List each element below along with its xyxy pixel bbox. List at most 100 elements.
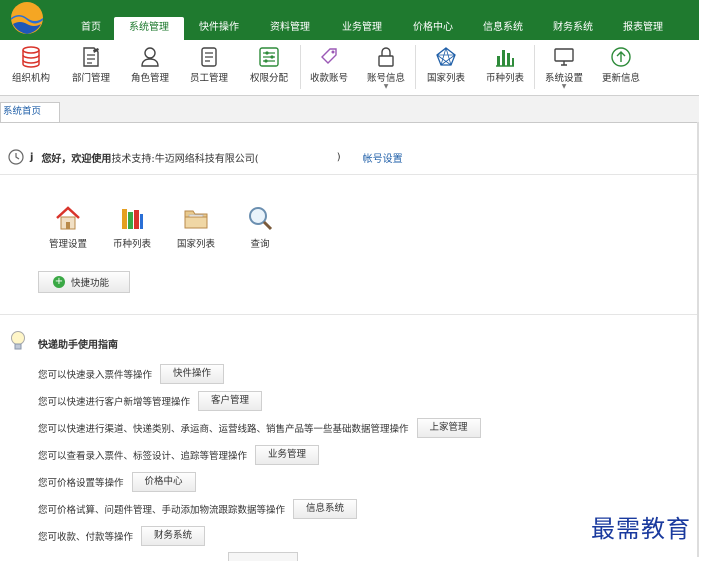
tool-update-info[interactable]: 更新信息 — [593, 40, 649, 95]
upstream-management-button[interactable]: 上家管理 — [416, 418, 481, 438]
shortcut-list: 管理设置 币种列表 国家列表 查询 — [36, 204, 292, 250]
tool-roles[interactable]: 角色管理 — [120, 40, 180, 95]
price-center-button[interactable]: 价格中心 — [131, 472, 196, 492]
tool-currency-list[interactable]: 币种列表 — [476, 40, 534, 95]
guide-title: 快递助手使用指南 — [38, 340, 118, 351]
menu-data-management[interactable]: 资料管理 — [254, 17, 326, 40]
house-icon — [56, 206, 80, 230]
shortcut-country-list[interactable]: 国家列表 — [164, 204, 228, 250]
support-text: 技术支持:牛迈网络科技有限公司( — [111, 153, 259, 165]
guide-row-text: 您可以查看录入票件、标签设计、追踪等管理操作 — [38, 451, 248, 462]
business-management-button[interactable]: 业务管理 — [255, 445, 320, 465]
top-bar: 首页 系统管理 快件操作 资料管理 业务管理 价格中心 信息系统 财务系统 报表… — [0, 0, 699, 40]
tool-label: 部门管理 — [71, 73, 110, 84]
shortcut-label: 国家列表 — [176, 239, 215, 250]
shortcut-label: 币种列表 — [112, 239, 151, 250]
menu-home[interactable]: 首页 — [68, 17, 114, 40]
books-icon — [122, 209, 143, 229]
monitor-icon — [554, 48, 574, 66]
tool-label: 角色管理 — [130, 73, 169, 84]
divider — [0, 314, 697, 315]
clock-icon — [8, 149, 24, 165]
close-paren: ) — [336, 151, 341, 163]
guide-row: 您可价格试算、问题件管理、手动添加物流跟踪数据等操作 信息系统 — [38, 499, 358, 519]
database-icon — [22, 46, 40, 68]
lightbulb-icon — [11, 331, 25, 350]
tool-country-list[interactable]: 国家列表 — [416, 40, 476, 95]
tool-label: 币种列表 — [485, 73, 524, 84]
folder-icon — [184, 210, 208, 229]
guide-row-text: 您可价格试算、问题件管理、手动添加物流跟踪数据等操作 — [38, 505, 286, 516]
toolbar: 组织机构 部门管理 角色管理 员工管理 权限分配 收款账号 账号信息 ▼ 国家列… — [0, 40, 699, 96]
guide-row-text: 您可收款、付款等操作 — [38, 532, 134, 543]
tool-system-settings[interactable]: 系统设置 ▼ — [535, 40, 593, 95]
tab-system-home[interactable]: 系统首页 — [0, 102, 60, 122]
username: j — [30, 151, 34, 163]
network-icon — [436, 47, 456, 66]
guide-row-text: 您可以快速进行渠道、快递类别、承运商、运营线路、销售产品等一些基础数据管理操作 — [38, 424, 409, 435]
chevron-down-icon: ▼ — [383, 83, 389, 90]
tool-label: 组织机构 — [11, 73, 50, 84]
plus-icon: + — [53, 276, 65, 288]
guide-row: 您可价格设置等操作 价格中心 — [38, 472, 196, 492]
guide-row-text: 您可以快速录入票件等操作 — [38, 370, 153, 381]
shortcut-currency-list[interactable]: 币种列表 — [100, 204, 164, 250]
finance-system-button[interactable]: 财务系统 — [141, 526, 206, 546]
account-settings-link[interactable]: 帐号设置 — [363, 150, 403, 165]
tag-icon — [321, 48, 337, 64]
tool-label: 更新信息 — [601, 73, 640, 84]
tool-account-info[interactable]: 账号信息 ▼ — [357, 40, 415, 95]
lock-icon — [378, 47, 394, 67]
menu-system-management[interactable]: 系统管理 — [114, 17, 184, 40]
menu-price-center[interactable]: 价格中心 — [398, 17, 468, 40]
menu-business-management[interactable]: 业务管理 — [326, 17, 398, 40]
guide-row: 您可以快速录入票件等操作 快件操作 — [38, 364, 225, 384]
shortcut-label: 查询 — [250, 239, 270, 250]
tool-organization[interactable]: 组织机构 — [0, 40, 62, 95]
shortcut-label: 管理设置 — [48, 239, 87, 250]
bar-chart-icon — [496, 50, 514, 67]
divider — [0, 174, 697, 175]
guide-row: 您可以快速进行客户新增等管理操作 客户管理 — [38, 391, 263, 411]
magnifier-icon — [249, 207, 273, 231]
welcome-line: j 您好，欢迎使用技术支持:牛迈网络科技有限公司( ) 帐号设置 — [8, 149, 403, 165]
upload-icon — [611, 47, 631, 67]
permission-icon — [259, 47, 279, 67]
tool-label: 员工管理 — [189, 73, 228, 84]
tool-label: 权限分配 — [249, 73, 288, 84]
watermark: 最需教育 — [591, 515, 691, 543]
staff-doc-icon — [201, 47, 217, 67]
guide-row-text: 您可价格设置等操作 — [38, 478, 124, 489]
shortcut-manage-settings[interactable]: 管理设置 — [36, 204, 100, 250]
menu-info-system[interactable]: 信息系统 — [468, 17, 538, 40]
shortcut-search[interactable]: 查询 — [228, 204, 292, 250]
panel-border — [697, 122, 699, 557]
tool-label: 账号信息 — [366, 73, 405, 84]
express-operations-button[interactable]: 快件操作 — [160, 364, 225, 384]
tool-staff[interactable]: 员工管理 — [180, 40, 238, 95]
tool-permissions[interactable]: 权限分配 — [238, 40, 300, 95]
tool-label: 系统设置 — [544, 73, 583, 84]
chevron-down-icon: ▼ — [561, 83, 567, 90]
guide-row: 您可以快速进行渠道、快递类别、承运商、运营线路、销售产品等一些基础数据管理操作 … — [38, 418, 481, 438]
tool-label: 收款账号 — [309, 73, 348, 84]
customer-management-button[interactable]: 客户管理 — [198, 391, 263, 411]
info-system-button[interactable]: 信息系统 — [293, 499, 358, 519]
main-menu: 首页 系统管理 快件操作 资料管理 业务管理 价格中心 信息系统 财务系统 报表… — [68, 17, 678, 40]
tool-department[interactable]: 部门管理 — [62, 40, 120, 95]
welcome-greeting: 您好，欢迎使用 — [41, 153, 112, 165]
logo-icon — [11, 2, 43, 34]
tool-label: 国家列表 — [426, 73, 465, 84]
tab-strip: 系统首页 — [0, 96, 699, 123]
guide-row: 您可以查看录入票件、标签设计、追踪等管理操作 业务管理 — [38, 445, 320, 465]
menu-reports[interactable]: 报表管理 — [608, 17, 678, 40]
edit-doc-icon — [83, 47, 99, 67]
guide-row: 您可收款、付款等操作 财务系统 — [38, 526, 206, 546]
tool-receiving-accounts[interactable]: 收款账号 — [301, 40, 357, 95]
menu-express-operations[interactable]: 快件操作 — [184, 17, 254, 40]
user-icon — [141, 47, 159, 67]
quick-functions-button[interactable]: + 快捷功能 — [38, 271, 130, 293]
menu-finance-system[interactable]: 财务系统 — [538, 17, 608, 40]
guide-row-text: 您可以快速进行客户新增等管理操作 — [38, 397, 191, 408]
quick-functions-label: 快捷功能 — [71, 278, 110, 289]
